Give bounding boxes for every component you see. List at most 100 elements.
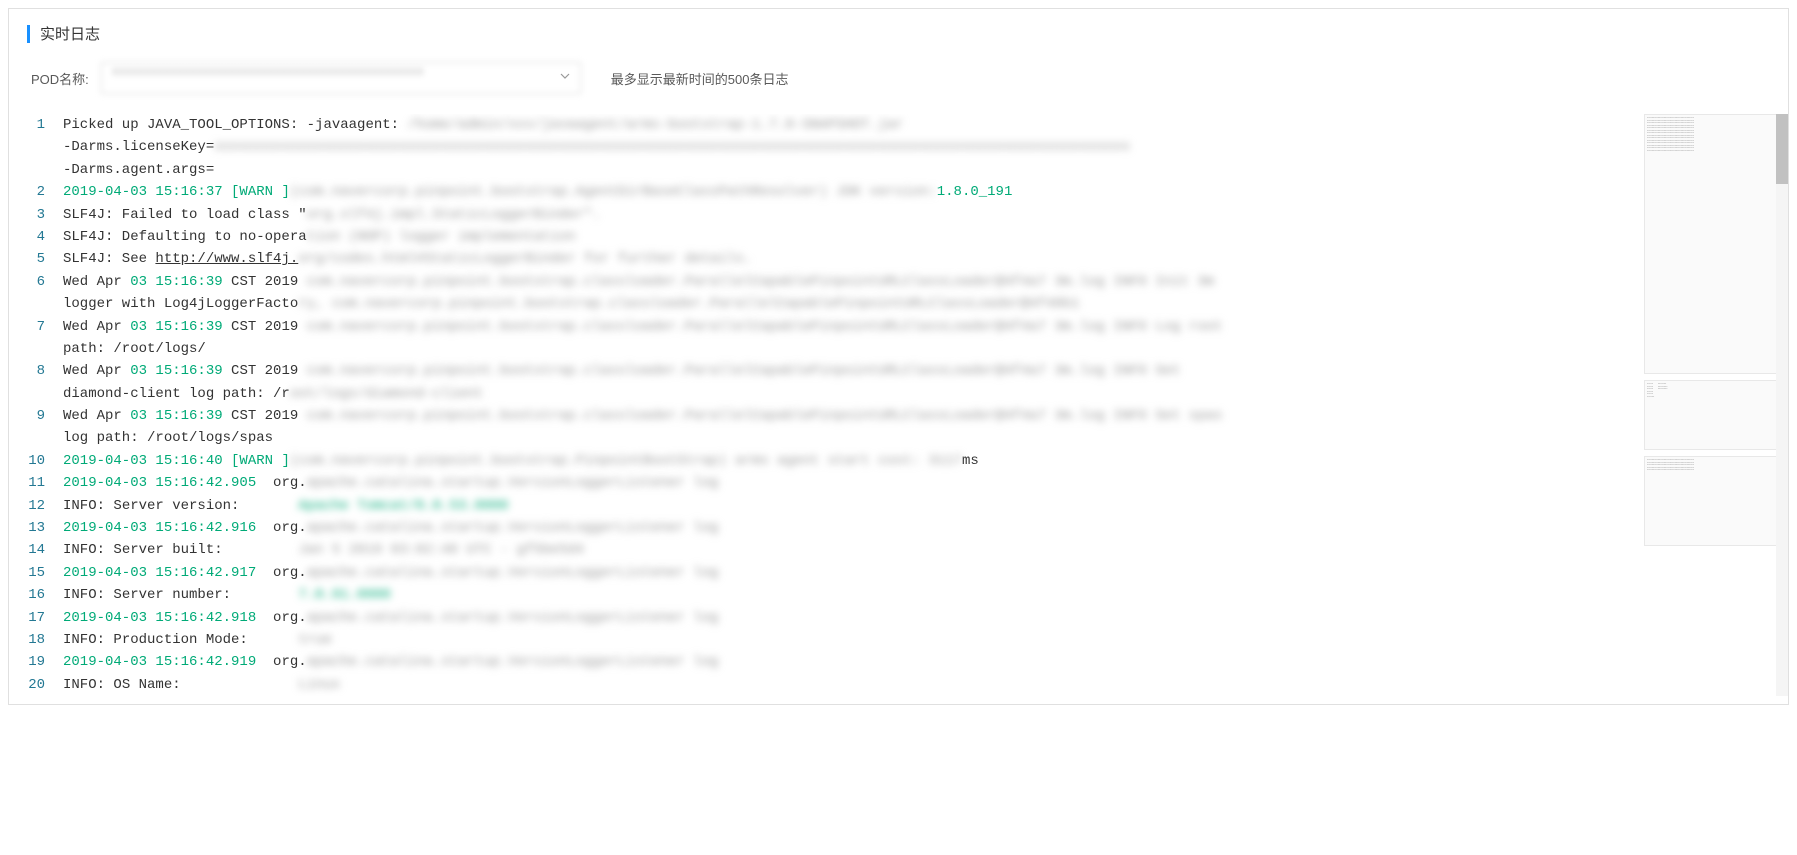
log-line: 20INFO: OS Name: Linux [21, 674, 1636, 696]
line-content: Wed Apr 03 15:16:39 CST 2019 com.naverco… [63, 405, 1636, 427]
line-content: 2019-04-03 15:16:42.916 org.apache.catal… [63, 517, 1636, 539]
line-number: 2 [21, 181, 63, 203]
log-line: 3SLF4J: Failed to load class "org.slf4j.… [21, 204, 1636, 226]
line-number: 19 [21, 651, 63, 673]
log-segment: Wed Apr [63, 408, 130, 424]
pod-select-value: xxxxxxxxxxxxxxxxxxxxxxxxxxxxxxxxxxxxxxxx… [101, 62, 581, 94]
line-number: 4 [21, 226, 63, 248]
log-segment: 2019-04-03 15:16:42.905 [63, 475, 256, 491]
log-line: -Darms.licenseKey=xxxxxxxxxxxxxxxxxxxxxx… [21, 136, 1636, 158]
line-content: Wed Apr 03 15:16:39 CST 2019 com.naverco… [63, 360, 1636, 382]
log-segment: ms [962, 453, 979, 469]
log-segment: (com.navercorp.pinpoint.bootstrap.AgentD… [290, 184, 937, 200]
log-segment: apache.catalina.startup.VersionLoggerLis… [307, 610, 719, 626]
line-content: 2019-04-03 15:16:42.905 org.apache.catal… [63, 472, 1636, 494]
log-segment: SLF4J: See [63, 251, 155, 267]
log-segment: CST 2019 [223, 274, 299, 290]
pod-label: POD名称: [31, 69, 89, 88]
line-content: 2019-04-03 15:16:42.919 org.apache.catal… [63, 651, 1636, 673]
line-content: INFO: OS Name: Linux [63, 674, 1636, 696]
log-segment: 2019-04-03 15:16:42.919 [63, 654, 256, 670]
log-segment: org. [256, 610, 306, 626]
scrollbar-thumb[interactable] [1776, 114, 1788, 184]
log-segment: 1.8.0_191 [937, 184, 1013, 200]
log-segment: com.navercorp.pinpoint.bootstrap.classlo… [298, 363, 1180, 379]
log-line: 172019-04-03 15:16:42.918 org.apache.cat… [21, 607, 1636, 629]
log-area: 1Picked up JAVA_TOOL_OPTIONS: -javaagent… [9, 102, 1788, 704]
pod-select[interactable]: xxxxxxxxxxxxxxxxxxxxxxxxxxxxxxxxxxxxxxxx… [101, 62, 581, 94]
log-segment: Wed Apr [63, 274, 130, 290]
log-line: 7Wed Apr 03 15:16:39 CST 2019 com.naverc… [21, 316, 1636, 338]
log-line: 112019-04-03 15:16:42.905 org.apache.cat… [21, 472, 1636, 494]
log-segment: 7.0.91.0000 [298, 587, 390, 603]
log-segment: oot/logs/diamond-client [290, 386, 483, 402]
minimap-2[interactable]: xxxxx xxxxxxx xxxxx xxxxxxxx xxxxx xxxxx… [1644, 380, 1780, 450]
log-segment: ry, com.navercorp.pinpoint.bootstrap.cla… [298, 296, 1079, 312]
line-number [21, 338, 63, 360]
log-line: log path: /root/logs/spas [21, 427, 1636, 449]
log-segment: path: /root/logs/ [63, 341, 206, 357]
line-content: logger with Log4jLoggerFactory, com.nave… [63, 293, 1636, 315]
log-line: 132019-04-03 15:16:42.916 org.apache.cat… [21, 517, 1636, 539]
log-line: logger with Log4jLoggerFactory, com.nave… [21, 293, 1636, 315]
title-row: 实时日志 [27, 23, 1770, 44]
log-segment: : Server built: [97, 542, 299, 558]
scrollbar-vertical[interactable] [1776, 114, 1788, 696]
log-segment: INFO [63, 632, 97, 648]
log-link[interactable]: http://www.slf4j. [155, 251, 298, 267]
log-segment: true [298, 632, 332, 648]
log-line: diamond-client log path: /root/logs/diam… [21, 383, 1636, 405]
log-segment: : OS Name: [97, 677, 299, 693]
log-line: path: /root/logs/ [21, 338, 1636, 360]
log-segment: CST 2019 [223, 408, 299, 424]
line-content: 2019-04-03 15:16:40 [WARN ](com.navercor… [63, 450, 1636, 472]
line-content: Wed Apr 03 15:16:39 CST 2019 com.naverco… [63, 271, 1636, 293]
log-line: 22019-04-03 15:16:37 [WARN ](com.naverco… [21, 181, 1636, 203]
line-content: 2019-04-03 15:16:42.917 org.apache.catal… [63, 562, 1636, 584]
line-content: diamond-client log path: /root/logs/diam… [63, 383, 1636, 405]
log-segment: 2019-04-03 15:16:42.918 [63, 610, 256, 626]
log-segment: com.navercorp.pinpoint.bootstrap.classlo… [298, 319, 1222, 335]
line-content: -Darms.licenseKey=xxxxxxxxxxxxxxxxxxxxxx… [63, 136, 1636, 158]
line-number: 11 [21, 472, 63, 494]
log-segment: : Production Mode: [97, 632, 299, 648]
line-content: Wed Apr 03 15:16:39 CST 2019 com.naverco… [63, 316, 1636, 338]
log-segment: Wed Apr [63, 363, 130, 379]
title-accent-bar [27, 25, 30, 43]
line-number [21, 136, 63, 158]
line-content: 2019-04-03 15:16:37 [WARN ](com.navercor… [63, 181, 1636, 203]
log-line: 14INFO: Server built: Jan 5 2019 03:02:4… [21, 539, 1636, 561]
line-number: 6 [21, 271, 63, 293]
line-number: 17 [21, 607, 63, 629]
log-segment: -Darms.licenseKey= [63, 139, 214, 155]
line-number: 16 [21, 584, 63, 606]
log-viewer[interactable]: 1Picked up JAVA_TOOL_OPTIONS: -javaagent… [13, 114, 1644, 696]
log-segment: SLF4J: Defaulting to no-opera [63, 229, 307, 245]
line-number [21, 293, 63, 315]
log-segment: Wed Apr [63, 319, 130, 335]
log-segment: apache.catalina.startup.VersionLoggerLis… [307, 654, 719, 670]
log-segment: INFO [63, 587, 97, 603]
log-segment: 03 15:16:39 [130, 319, 222, 335]
log-segment: [WARN ] [231, 453, 290, 469]
minimap-3[interactable]: xxxxxxxxxxxxxxxxxxxxxxxxxxxxxxxxxxxxxxx … [1644, 456, 1780, 546]
minimap-1[interactable]: xxxxxxxxxxxxxxxxxxxxxxxxxxxxxxxxxxxxxxx … [1644, 114, 1780, 374]
line-number [21, 159, 63, 181]
minimap-column: xxxxxxxxxxxxxxxxxxxxxxxxxxxxxxxxxxxxxxx … [1644, 114, 1784, 696]
log-segment: CST 2019 [223, 319, 299, 335]
line-content: SLF4J: Failed to load class "org.slf4j.i… [63, 204, 1636, 226]
log-segment: [WARN ] [231, 184, 290, 200]
line-content: INFO: Server built: Jan 5 2019 03:02:48 … [63, 539, 1636, 561]
line-number: 9 [21, 405, 63, 427]
line-number: 7 [21, 316, 63, 338]
line-number [21, 427, 63, 449]
log-segment: logger with Log4jLoggerFacto [63, 296, 298, 312]
panel-title: 实时日志 [40, 23, 100, 44]
line-content: INFO: Server version: Apache Tomcat/8.0.… [63, 495, 1636, 517]
log-segment: org/codes.html#StaticLoggerBinder for fu… [298, 251, 752, 267]
log-line: 152019-04-03 15:16:42.917 org.apache.cat… [21, 562, 1636, 584]
log-segment: /home/admin/xxx/javaagent/arms-bootstrap… [399, 117, 903, 133]
log-line: 9Wed Apr 03 15:16:39 CST 2019 com.naverc… [21, 405, 1636, 427]
controls-row: POD名称: xxxxxxxxxxxxxxxxxxxxxxxxxxxxxxxxx… [27, 62, 1770, 94]
log-line: 16INFO: Server number: 7.0.91.0000 [21, 584, 1636, 606]
